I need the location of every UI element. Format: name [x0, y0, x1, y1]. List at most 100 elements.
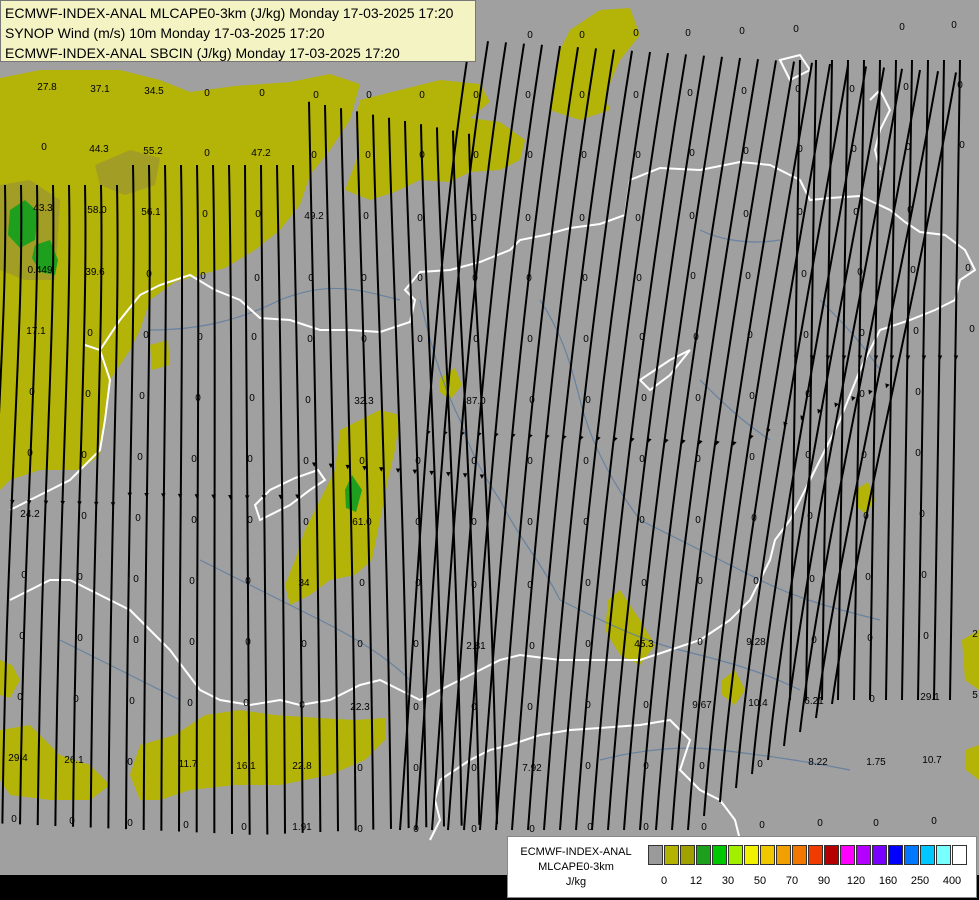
station-value: 0	[641, 578, 647, 589]
station-value: 0	[251, 332, 257, 343]
station-value: 0	[745, 271, 751, 282]
legend-swatch	[744, 845, 759, 865]
station-value: 0	[361, 334, 367, 345]
station-value: 0	[417, 213, 423, 224]
legend-tick-label: 50	[753, 875, 767, 887]
station-value: 0	[247, 454, 253, 465]
station-value: 0	[259, 88, 265, 99]
legend-tick-label: 70	[785, 875, 799, 887]
station-value: 0	[757, 759, 763, 770]
title-line-cin: ECMWF-INDEX-ANAL SBCIN (J/kg) Monday 17-…	[5, 45, 400, 61]
station-value: 44.3	[89, 144, 109, 155]
station-value: 0	[793, 24, 799, 35]
station-value: 0	[581, 150, 587, 161]
station-value: 0	[366, 90, 372, 101]
station-value: 11.7	[179, 759, 198, 770]
legend-swatch	[872, 845, 887, 865]
station-value: 0.449	[27, 265, 52, 276]
station-value: 0	[81, 450, 87, 461]
station-value: 0	[747, 330, 753, 341]
map-title-box: ECMWF-INDEX-ANAL MLCAPE0-3km (J/kg) Mond…	[0, 0, 476, 62]
station-value: 0	[857, 267, 863, 278]
station-value: 0	[473, 334, 479, 345]
station-value: 29.4	[8, 753, 28, 764]
weather-map: 27.8 37.1 34.5 0 0 0 0 0 0 44.3 55.2 0 47.2 0 0 0 0 43.3 5…	[0, 0, 979, 900]
color-legend: ECMWF-INDEX-ANAL MLCAPE0-3km J/kg 0 12 30 5…	[507, 836, 977, 898]
station-value: 0	[11, 814, 17, 825]
station-value: 0	[797, 207, 803, 218]
station-value: 0	[27, 448, 33, 459]
station-value: 0	[311, 150, 317, 161]
station-value: 0	[863, 511, 869, 522]
station-value: 0	[357, 763, 363, 774]
station-value: 0	[307, 334, 313, 345]
station-value: 6.21	[804, 696, 824, 707]
station-value: 0	[639, 515, 645, 526]
station-value: 29.1	[920, 692, 940, 703]
station-value: 0	[471, 763, 477, 774]
station-value: 0	[873, 818, 879, 829]
station-value: 9.67	[692, 700, 712, 711]
station-value: 0	[361, 273, 367, 284]
station-value: 0	[899, 22, 905, 33]
station-value: 0	[143, 330, 149, 341]
station-value: 0	[41, 142, 47, 153]
station-value: 56.1	[141, 207, 161, 218]
station-value: 0	[413, 639, 419, 650]
station-value: 1.91	[292, 822, 312, 833]
station-value: 0	[527, 702, 533, 713]
station-value: 0	[635, 213, 641, 224]
legend-tick-label: 160	[878, 875, 898, 887]
station-value: 0	[473, 90, 479, 101]
station-value: 0	[415, 517, 421, 528]
station-value: 0	[308, 273, 314, 284]
legend-unit: J/kg	[565, 876, 587, 888]
station-value: 0	[146, 269, 152, 280]
legend-swatch	[792, 845, 807, 865]
legend-name-line2: MLCAPE0-3km	[538, 861, 614, 873]
station-value: 0	[471, 702, 477, 713]
station-value: 0	[913, 326, 919, 337]
station-value: 24.2	[20, 509, 40, 520]
legend-swatch	[856, 845, 871, 865]
station-value: 87.0	[466, 396, 486, 407]
station-value: 0	[701, 822, 707, 833]
station-value: 0	[525, 90, 531, 101]
station-value: 0	[797, 144, 803, 155]
station-value: 0	[415, 456, 421, 467]
station-value: 0	[695, 393, 701, 404]
station-value: 2.81	[466, 641, 486, 652]
station-value: 0	[85, 389, 91, 400]
station-value: 0	[87, 328, 93, 339]
station-value: 0	[915, 387, 921, 398]
station-value: 0	[639, 454, 645, 465]
station-value: 0	[861, 450, 867, 461]
station-value: 0	[313, 90, 319, 101]
station-value: 0	[583, 517, 589, 528]
station-value: 0	[303, 517, 309, 528]
station-value: 0	[204, 148, 210, 159]
station-value: 0	[21, 570, 27, 581]
legend-swatch	[664, 845, 679, 865]
station-value: 27.8	[37, 82, 57, 93]
station-value: 0	[417, 334, 423, 345]
legend-swatch	[760, 845, 775, 865]
station-value: 0	[969, 324, 975, 335]
station-value: 0	[641, 393, 647, 404]
station-value: 32.3	[354, 396, 374, 407]
station-value: 0	[137, 452, 143, 463]
station-value: 0	[743, 146, 749, 157]
station-value: 58.0	[87, 205, 107, 216]
station-value: 0	[471, 213, 477, 224]
legend-name: ECMWF-INDEX-ANAL MLCAPE0-3km J/kg	[508, 837, 644, 897]
station-value: 0	[359, 578, 365, 589]
station-value: 0	[865, 572, 871, 583]
station-value: 0	[195, 393, 201, 404]
station-value: 0	[183, 820, 189, 831]
station-value: 0	[413, 824, 419, 835]
legend-tick-label: 400	[942, 875, 962, 887]
station-value: 0	[419, 90, 425, 101]
station-value: 0	[365, 150, 371, 161]
station-value: 0	[741, 86, 747, 97]
station-value: 0	[357, 639, 363, 650]
